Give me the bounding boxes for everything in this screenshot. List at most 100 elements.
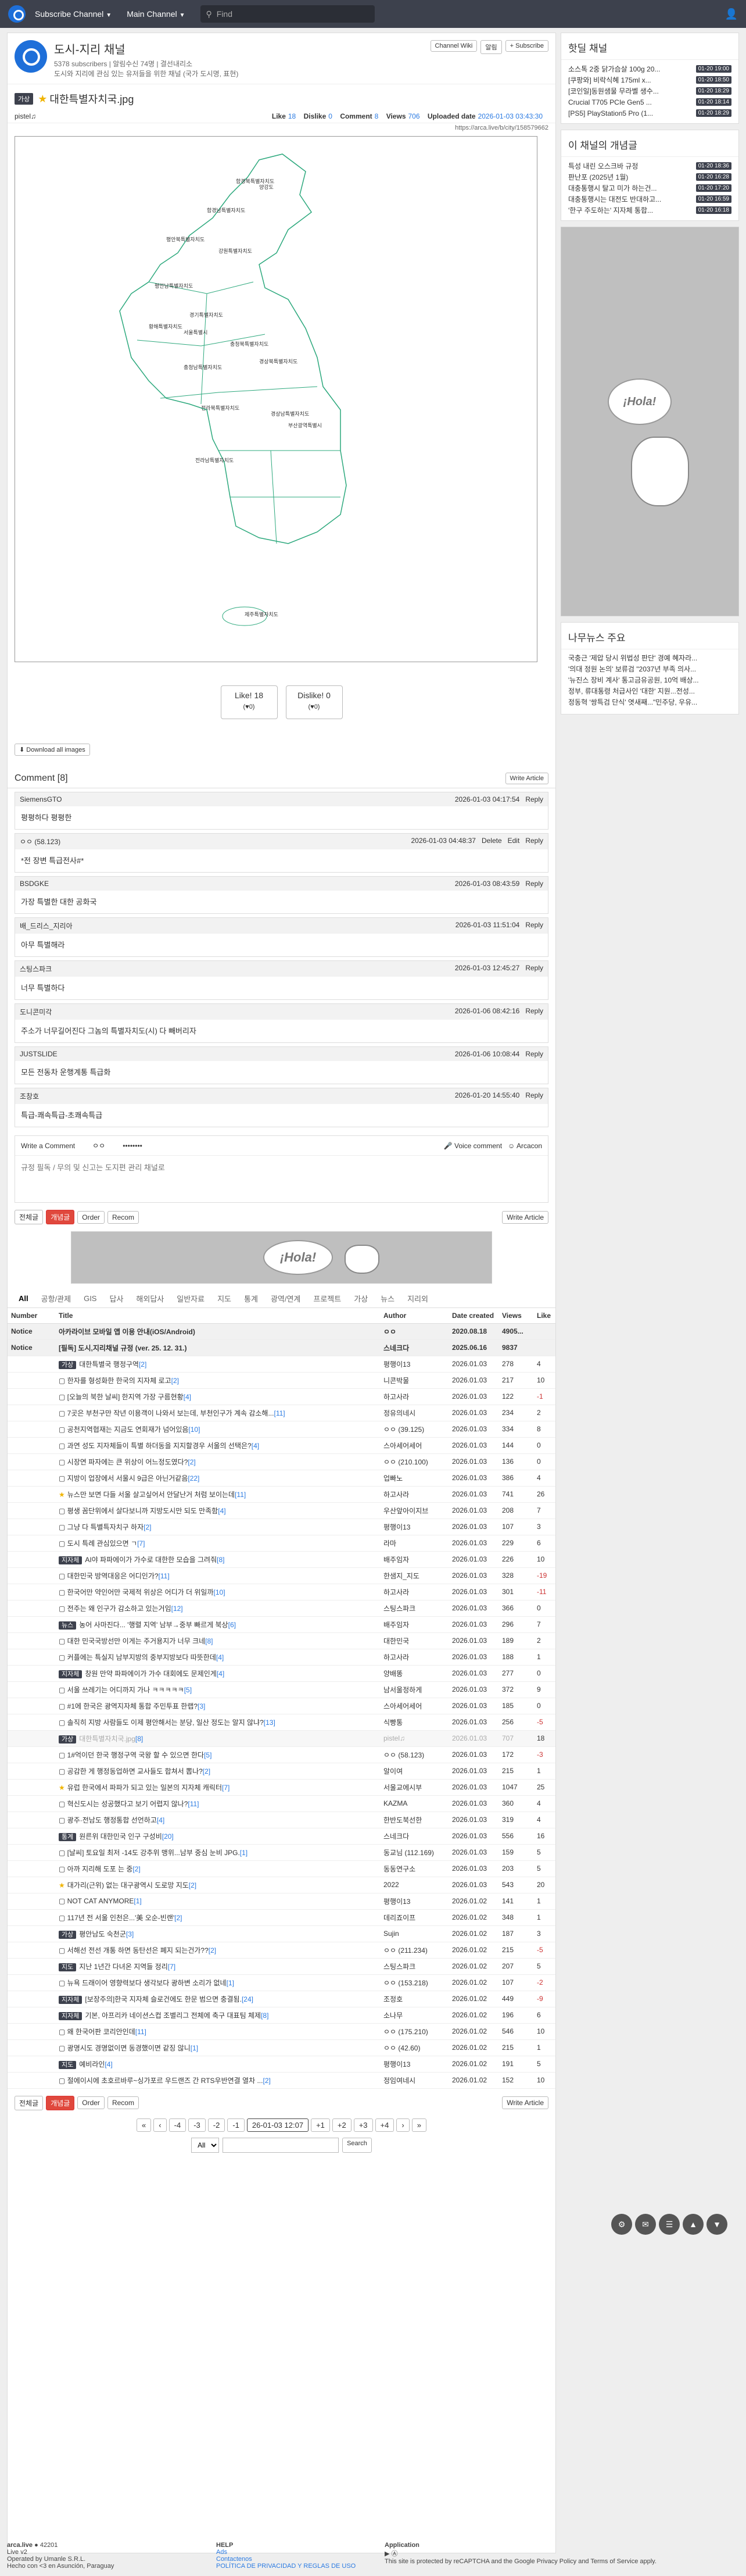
row-category-badge[interactable]: 지도	[59, 2060, 77, 2069]
comment-author[interactable]: BSDGKE	[20, 880, 49, 888]
hotdeal-title[interactable]: 핫딜 채널	[561, 33, 738, 60]
list-icon[interactable]: ☰	[659, 2214, 680, 2235]
row-title[interactable]: 뉴욕 드래이어 영향력보다 생각보다 광하변 소리가 없네	[67, 1979, 227, 1987]
article-author[interactable]: pistel♫	[15, 112, 36, 120]
table-row[interactable]: ▢ #1에 한국은 광역지자체 통합 주민투표 한랩?[3] 스아세어세어 2026…	[8, 1698, 555, 1714]
best-item[interactable]: 대충통행시 탈고 미가 하는건... 01-20 17:20	[568, 183, 731, 194]
row-category-badge[interactable]: 가상	[59, 1360, 77, 1369]
page-button[interactable]: ‹	[153, 2118, 167, 2132]
row-author[interactable]: 소나무	[380, 2007, 449, 2024]
search-type-select[interactable]: All	[191, 2137, 220, 2153]
page-button[interactable]: ›	[396, 2118, 410, 2132]
row-author[interactable]: KAZMA	[380, 1795, 449, 1812]
table-row[interactable]: 가상 평안남도 숙천군[3] Sujin 2026.01.02 187 3	[8, 1925, 555, 1942]
sidebar-ad[interactable]: ¡Hola!	[561, 227, 739, 616]
hot-item[interactable]: 소스톡 2중 닭가슴살 100g 20... 01-20 19:00	[568, 63, 731, 74]
category-tab[interactable]: 답사	[103, 1293, 130, 1304]
row-author[interactable]: 니콘박물	[380, 1372, 449, 1389]
comment-reply-button[interactable]: Reply	[525, 1007, 543, 1017]
best-item[interactable]: 특성 내린 오스크바 규정 01-20 18:36	[568, 160, 731, 172]
page-button[interactable]: -2	[207, 2118, 225, 2132]
table-row[interactable]: ★ 유럽 한국에서 파파가 되고 있는 일본의 지자체 캐릭터[7] 서울교에시부 2…	[8, 1779, 555, 1796]
row-title[interactable]: 대한특별국 행정구역	[79, 1360, 139, 1369]
channel-owner[interactable]: 결선내리소	[160, 60, 192, 68]
table-row[interactable]: ▢ 대한민국 방역대응은 어디인가?[11] 한샘지_지도 2026.01.03 32…	[8, 1567, 555, 1584]
channel-wiki-button[interactable]: Channel Wiki	[430, 40, 478, 52]
comment-delete-button[interactable]: Delete	[482, 837, 502, 846]
row-title[interactable]: 평생 꼼단위에서 살다보니까 지방도시만 되도 만족함	[67, 1507, 218, 1515]
arrow-down-icon[interactable]: ▼	[706, 2214, 727, 2235]
table-row[interactable]: ▢ 지방이 업장에서 서울시 9급은 아닌거같음[22] 업빠노 2026.01.0…	[8, 1470, 555, 1487]
hot-item[interactable]: [코인일]동원샘물 무라벨 생수... 01-20 18:29	[568, 85, 731, 97]
download-all-images-button[interactable]: ⬇ Download all images	[15, 744, 90, 756]
korea-map-image[interactable]: 함경북특별자치도 함경남특별자치도 양강도 평안북특별자치도 평안남특별자치도 황해특별자…	[15, 136, 537, 662]
notice-author[interactable]: 스네크다	[380, 1339, 449, 1356]
category-tab[interactable]: 해외답사	[130, 1293, 170, 1304]
comment-author[interactable]: 배_드리스_지리아	[20, 921, 73, 931]
row-author[interactable]: 스아세어세어	[380, 1437, 449, 1454]
row-title[interactable]: #1에 한국은 광역지자체 통합 주민투표 한랩?	[67, 1702, 198, 1710]
table-row[interactable]: 뉴스 농어 사마진다... '행렬 지역' 남부→중부 빠르게 북상[6] 배주임자…	[8, 1616, 555, 1633]
row-author[interactable]: 평행이13	[380, 2056, 449, 2073]
row-title[interactable]: 7곳은 부천구만 작년 이용객이 나와서 보는데, 부천인구가 계속 감소해..…	[67, 1409, 274, 1417]
row-title[interactable]: 지방이 업장에서 서울시 9급은 아닌거같음	[67, 1474, 188, 1482]
row-author[interactable]: 정유의네시	[380, 1405, 449, 1421]
all-posts-button[interactable]: 전체글	[15, 1210, 44, 1224]
row-title[interactable]: 지난 1년간 다녀온 지역들 정리	[79, 1963, 168, 1971]
table-row[interactable]: ▢ 대한 민국국방선만 이게는 주거용지가 너무 크네[8] 대한민국 2026.0…	[8, 1632, 555, 1649]
row-title[interactable]: [보장주의]한국 지자체 슬로건에도 한문 범으면 충결됨.	[85, 1995, 242, 2003]
table-row[interactable]: ▢ [오늘의 북한 날씨] 한지역 가장 구름현황[4] 하고사라 2026.01.…	[8, 1388, 555, 1405]
row-author[interactable]: 서울교에시부	[380, 1779, 449, 1796]
table-row[interactable]: ▢ 혁신도시는 성공했다고 보기 어렵지 않나?[11] KAZMA 2026.01…	[8, 1795, 555, 1812]
row-author[interactable]: pistel♫	[380, 1730, 449, 1747]
row-author[interactable]: 하고사라	[380, 1649, 449, 1666]
comment-textarea[interactable]	[15, 1156, 548, 1200]
footer-brand[interactable]: arca.live	[7, 2542, 33, 2549]
notice-row[interactable]: Notice [필독] 도시,지리채널 규정 (ver. 25. 12. 31.)…	[8, 1339, 555, 1356]
write-article-button[interactable]: Write Article	[502, 1210, 548, 1224]
comment-reply-button[interactable]: Reply	[525, 1091, 543, 1101]
comment-user-field[interactable]: ㅇㅇ	[92, 1141, 105, 1151]
row-category-badge[interactable]: 지자체	[59, 1995, 83, 2004]
table-row[interactable]: 지도 지난 1년간 다녀온 지역들 정리[7] 스팅스파크 2026.01.02 207…	[8, 1958, 555, 1975]
table-row[interactable]: ▢ 공천지역협재는 지금도 연회재가 넘어있음[10] ㅇㅇ (39.125) 20…	[8, 1421, 555, 1438]
best-item[interactable]: '한구 주도하는' 지자체 통합... 01-20 16:18	[568, 205, 731, 216]
arrow-up-icon[interactable]: ▲	[683, 2214, 704, 2235]
hot-item[interactable]: [쿠팡와] 비락식혜 175ml x... 01-20 18:50	[568, 74, 731, 85]
category-tab[interactable]: 광역/연계	[264, 1293, 307, 1304]
table-row[interactable]: ▢ 광명시도 경명없이면 동경했이면 같징 않니[1] ㅇㅇ (42.60) 202…	[8, 2039, 555, 2056]
comment-author[interactable]: 도니콘미각	[20, 1007, 52, 1017]
notice-row[interactable]: Notice 아카라이브 모바일 앱 이용 안내(iOS/Android) ㅇㅇ 20…	[8, 1323, 555, 1340]
row-author[interactable]: 하고사라	[380, 1388, 449, 1405]
best-posts-button[interactable]: 개념글	[46, 1210, 75, 1224]
row-category-badge[interactable]: 뉴스	[59, 1621, 77, 1630]
row-author[interactable]: ㅇㅇ (211.234)	[380, 1942, 449, 1959]
like-button[interactable]: Like! 18 (♥0)	[220, 685, 278, 719]
row-category-badge[interactable]: 가상	[59, 1735, 77, 1743]
row-author[interactable]: 평행이13	[380, 1356, 449, 1373]
row-author[interactable]: ㅇㅇ (153.218)	[380, 1974, 449, 1991]
row-author[interactable]: 조정호	[380, 1991, 449, 2007]
best-posts-button[interactable]: 개념글	[46, 2095, 75, 2110]
table-row[interactable]: ▢ 왜 한국어판 코리안인데[11] ㅇㅇ (175.210) 2026.01.02…	[8, 2023, 555, 2040]
row-title[interactable]: 원른위 대한민국 인구 구성비	[79, 1832, 162, 1841]
row-title[interactable]: 대한특별자치국.jpg	[79, 1735, 135, 1743]
row-author[interactable]: 스아세어세어	[380, 1698, 449, 1714]
row-title[interactable]: 공감한 게 행정동업하면 교사들도 합쳐서 뽑나?	[67, 1767, 203, 1775]
table-row[interactable]: ▢ 시장연 파자에는 큰 위상이 어느정도였다?[2] ㅇㅇ (210.100) 2…	[8, 1453, 555, 1470]
category-tab[interactable]: 가상	[347, 1293, 374, 1304]
row-title[interactable]: 한국어만 약인어만 국제적 위상은 어디가 더 위일까	[67, 1588, 214, 1596]
row-title[interactable]: 예비라인	[79, 2060, 105, 2068]
row-title[interactable]: 시장연 파자에는 큰 위상이 어느정도였다?	[67, 1458, 188, 1466]
row-author[interactable]: 평행이13	[380, 1893, 449, 1910]
table-row[interactable]: ▢ 전주는 왜 인구가 감소하고 있는거임[12] 스팅스파크 2026.01.03…	[8, 1600, 555, 1617]
subscribe-button[interactable]: + Subscribe	[505, 40, 548, 52]
google-play-icon[interactable]: ▶	[385, 2550, 389, 2557]
channel-title[interactable]: 도시-지리 채널	[54, 40, 238, 57]
comment-author[interactable]: ㅇㅇ (58.123)	[20, 837, 60, 846]
row-author[interactable]: 우산앞아이지브	[380, 1502, 449, 1519]
row-author[interactable]: 남서울정하게	[380, 1681, 449, 1698]
category-tab[interactable]: 뉴스	[374, 1293, 401, 1304]
table-row[interactable]: ▢ 한국어만 약인어만 국제적 위상은 어디가 더 위일까[10] 하고사라 202…	[8, 1584, 555, 1600]
row-title[interactable]: 한자를 형성화한 한국의 지자체 로고	[67, 1377, 171, 1385]
